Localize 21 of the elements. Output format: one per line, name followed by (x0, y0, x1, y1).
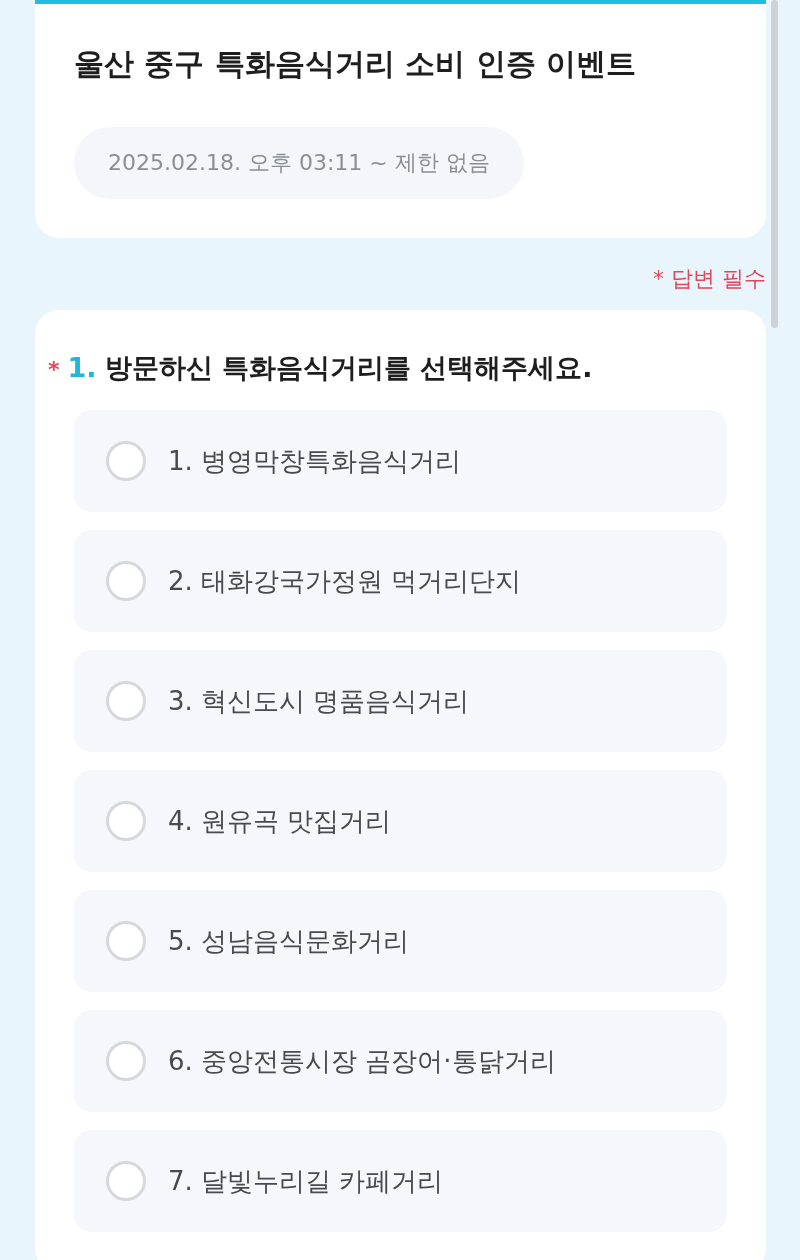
radio-icon[interactable] (106, 681, 146, 721)
radio-icon[interactable] (106, 441, 146, 481)
radio-icon[interactable] (106, 561, 146, 601)
option-item[interactable]: 6. 중앙전통시장 곰장어·통닭거리 (74, 1010, 727, 1112)
option-item[interactable]: 7. 달빛누리길 카페거리 (74, 1130, 727, 1232)
question-number: 1. (67, 351, 97, 385)
option-item[interactable]: 1. 병영막창특화음식거리 (74, 410, 727, 512)
option-item[interactable]: 4. 원유곡 맛집거리 (74, 770, 727, 872)
radio-icon[interactable] (106, 921, 146, 961)
option-item[interactable]: 3. 혁신도시 명품음식거리 (74, 650, 727, 752)
option-item[interactable]: 5. 성남음식문화거리 (74, 890, 727, 992)
radio-icon[interactable] (106, 1161, 146, 1201)
required-asterisk: * (48, 357, 60, 382)
event-title: 울산 중구 특화음식거리 소비 인증 이벤트 (74, 45, 637, 83)
event-period: 2025.02.18. 오후 03:11 ~ 제한 없음 (74, 127, 524, 199)
radio-icon[interactable] (106, 1041, 146, 1081)
option-item[interactable]: 2. 태화강국가정원 먹거리단지 (74, 530, 727, 632)
required-note: * 답변 필수 (653, 265, 766, 293)
scrollbar-thumb[interactable] (771, 0, 778, 328)
radio-icon[interactable] (106, 801, 146, 841)
question-title: 방문하신 특화음식거리를 선택해주세요. (104, 351, 593, 385)
